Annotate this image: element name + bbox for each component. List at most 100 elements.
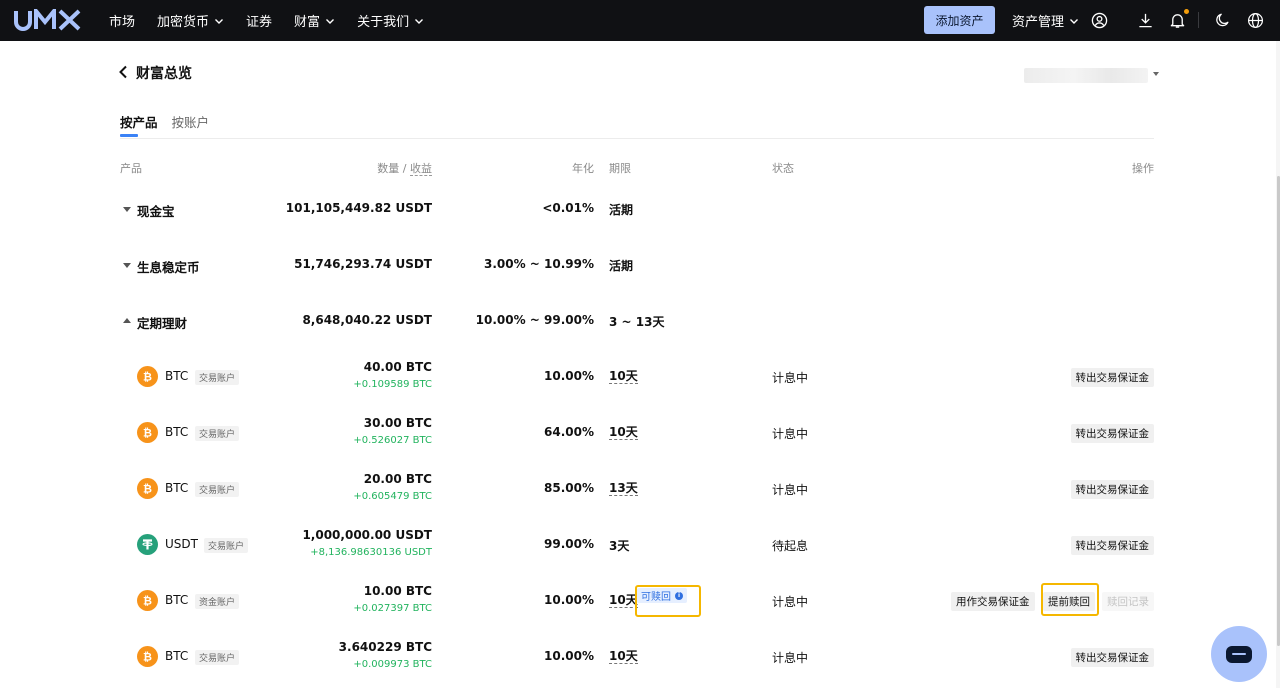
group-apr: 10.00% ~ 99.00%	[475, 313, 594, 327]
item-amount: 40.00 BTC	[363, 360, 432, 374]
group-amount: 51,746,293.74 USDT	[294, 257, 432, 271]
redemption-history-button[interactable]: 赎回记录	[1102, 592, 1154, 611]
group-amount: 101,105,449.82 USDT	[285, 201, 432, 215]
nav-item-securities[interactable]: 证券	[246, 11, 272, 30]
globe-icon[interactable]	[1246, 11, 1264, 29]
transfer-out-margin-button[interactable]: 转出交易保证金	[1070, 424, 1154, 443]
item-apr: 99.00%	[544, 537, 594, 551]
item-status: 计息中	[772, 427, 809, 441]
download-icon[interactable]	[1136, 11, 1154, 29]
coin-name: BTC	[165, 425, 189, 439]
nav-item-label: 财富	[294, 15, 321, 30]
nav-menu: 市场 加密货币 证券 财富 关于我们	[109, 0, 446, 41]
caret-up-icon[interactable]	[123, 318, 131, 323]
chevron-down-icon	[1069, 16, 1079, 26]
item-status: 计息中	[772, 371, 809, 385]
table-row: ₿ BTC 交易账户 3.640229 BTC +0.009973 BTC 10…	[120, 629, 1154, 685]
column-header-apr: 年化	[572, 162, 594, 175]
coin-name: USDT	[165, 537, 198, 551]
item-income: +0.605479 BTC	[353, 491, 432, 502]
umx-logo[interactable]	[14, 8, 82, 32]
chevron-down-icon	[325, 16, 335, 26]
coin-name: BTC	[165, 593, 189, 607]
group-term: 活期	[609, 259, 634, 273]
chevron-left-icon[interactable]	[118, 64, 130, 80]
highlight-box	[635, 585, 701, 617]
transfer-out-margin-button[interactable]: 转出交易保证金	[1070, 368, 1154, 387]
tab-by-account[interactable]: 按账户	[172, 112, 210, 138]
account-tag: 交易账户	[195, 650, 240, 665]
item-status: 计息中	[772, 483, 809, 497]
transfer-out-margin-button[interactable]: 转出交易保证金	[1070, 536, 1154, 555]
account-selector[interactable]	[1024, 68, 1148, 83]
moon-icon[interactable]	[1214, 11, 1232, 29]
use-as-margin-button[interactable]: 用作交易保证金	[951, 592, 1035, 611]
item-term[interactable]: 10天	[609, 649, 638, 664]
item-term[interactable]: 10天	[609, 425, 638, 440]
account-tag: 交易账户	[195, 426, 240, 441]
item-amount: 10.00 BTC	[363, 584, 432, 598]
nav-item-about[interactable]: 关于我们	[357, 11, 424, 30]
highlight-box	[1041, 583, 1099, 616]
chevron-down-icon	[214, 16, 224, 26]
item-status: 计息中	[772, 595, 809, 609]
transfer-out-margin-button[interactable]: 转出交易保证金	[1070, 480, 1154, 499]
caret-down-icon[interactable]	[123, 207, 131, 212]
tab-by-product[interactable]: 按产品	[120, 112, 158, 138]
nav-item-market[interactable]: 市场	[109, 11, 135, 30]
group-row-cash[interactable]: 现金宝 101,105,449.82 USDT <0.01% 活期	[120, 181, 1154, 237]
btc-icon: ₿	[137, 590, 158, 611]
group-term: 3 ~ 13天	[609, 315, 665, 329]
group-row-fixed-term[interactable]: 定期理财 8,648,040.22 USDT 10.00% ~ 99.00% 3…	[120, 293, 1154, 349]
add-asset-button[interactable]: 添加资产	[924, 6, 995, 34]
chat-icon	[1226, 645, 1252, 663]
item-apr: 64.00%	[544, 425, 594, 439]
nav-item-crypto[interactable]: 加密货币	[157, 11, 224, 30]
svg-text:₿: ₿	[143, 651, 152, 664]
nav-divider	[1198, 12, 1199, 28]
nav-item-label: 市场	[109, 15, 136, 30]
item-term[interactable]: 10天	[609, 593, 638, 608]
item-income: +0.526027 BTC	[353, 435, 432, 446]
column-header-amount: 数量 / 收益	[377, 160, 432, 176]
asset-management-menu[interactable]: 资产管理	[1012, 0, 1079, 41]
item-apr: 10.00%	[544, 649, 594, 663]
group-name: 现金宝	[137, 204, 175, 219]
group-apr: <0.01%	[542, 201, 594, 215]
item-status: 待起息	[772, 539, 809, 553]
btc-icon: ₿	[137, 366, 158, 387]
caret-down-icon[interactable]	[1153, 72, 1159, 76]
asset-management-label: 资产管理	[1012, 15, 1065, 30]
nav-item-label: 证券	[246, 15, 273, 30]
nav-item-label: 关于我们	[357, 15, 410, 30]
item-apr: 85.00%	[544, 481, 594, 495]
svg-text:₿: ₿	[143, 595, 152, 608]
group-name: 定期理财	[137, 316, 188, 331]
group-amount: 8,648,040.22 USDT	[302, 313, 432, 327]
nav-item-label: 加密货币	[157, 15, 210, 30]
group-row-stablecoin[interactable]: 生息稳定币 51,746,293.74 USDT 3.00% ~ 10.99% …	[120, 237, 1154, 293]
item-term[interactable]: 13天	[609, 481, 638, 496]
transfer-out-margin-button[interactable]: 转出交易保证金	[1070, 648, 1154, 667]
item-term[interactable]: 10天	[609, 369, 638, 384]
user-icon[interactable]	[1090, 11, 1108, 29]
item-amount: 3.640229 BTC	[338, 640, 432, 654]
caret-down-icon[interactable]	[123, 263, 131, 268]
btc-icon: ₿	[137, 478, 158, 499]
column-header-separator: /	[402, 162, 407, 175]
column-header-amount-label: 数量	[377, 162, 400, 175]
chat-support-button[interactable]	[1211, 626, 1267, 682]
column-header-income[interactable]: 收益	[410, 162, 432, 176]
item-apr: 10.00%	[544, 369, 594, 383]
view-tabs: 按产品 按账户	[120, 112, 223, 138]
item-income: +8,136.98630136 USDT	[310, 547, 432, 558]
coin-name: BTC	[165, 481, 189, 495]
table-row: USDT 交易账户 1,000,000.00 USDT +8,136.98630…	[120, 517, 1154, 573]
table-row: ₿ BTC 交易账户 30.00 BTC +0.526027 BTC 64.00…	[120, 405, 1154, 461]
nav-item-wealth[interactable]: 财富	[294, 11, 335, 30]
item-income: +0.027397 BTC	[353, 603, 432, 614]
notification-dot	[1184, 9, 1189, 14]
coin-name: BTC	[165, 369, 189, 383]
account-tag: 资金账户	[195, 594, 240, 609]
bell-icon[interactable]	[1168, 11, 1186, 29]
